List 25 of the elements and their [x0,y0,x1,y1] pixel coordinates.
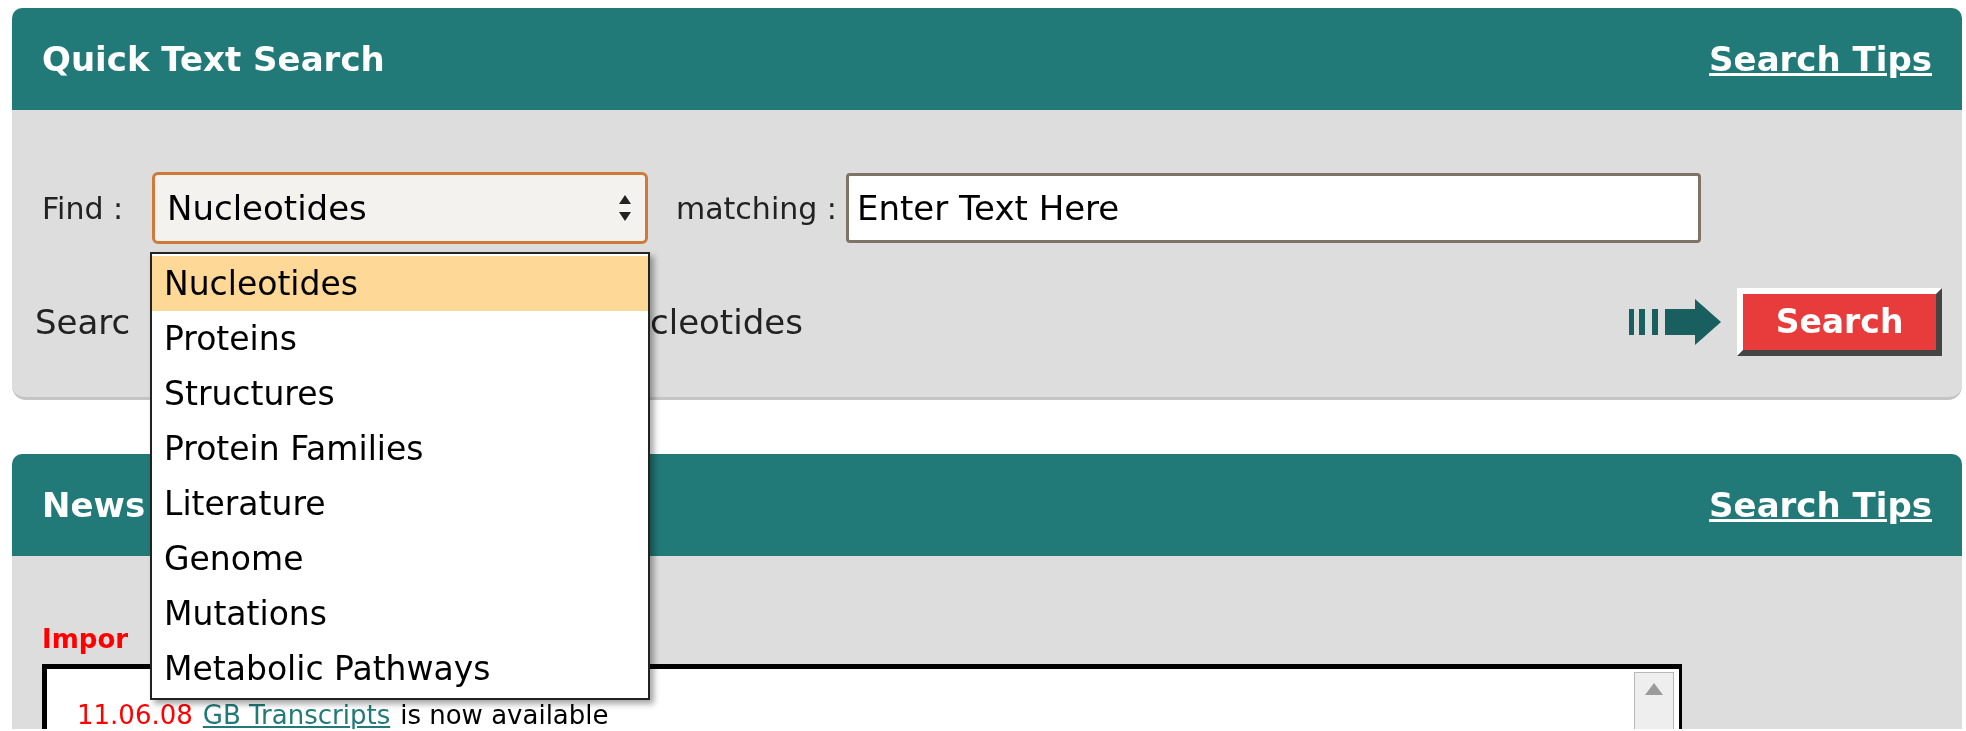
matching-label: matching : [676,189,838,228]
arrow-icon [1629,299,1721,345]
category-select[interactable]: Nucleotides [152,172,648,244]
dropdown-option[interactable]: Literature [152,476,648,531]
search-tips-link[interactable]: Search Tips [1709,479,1932,531]
news-date: 11.06.08 [77,702,193,728]
scrollbar[interactable] [1634,672,1674,729]
important-label: Impor [42,624,130,654]
find-label: Find : [42,189,125,228]
dropdown-option[interactable]: Structures [152,366,648,421]
search-input[interactable]: Enter Text Here [846,173,1701,243]
panel-title: Quick Text Search [42,37,385,81]
search-hint-text: cleotides [650,300,803,344]
news-link[interactable]: GB Transcripts [202,702,391,728]
dropdown-option[interactable]: Protein Families [152,421,648,476]
search-button[interactable]: Search [1737,288,1942,356]
dropdown-option[interactable]: Nucleotides [152,256,648,311]
dropdown-option[interactable]: Genome [152,531,648,586]
search-tips-link[interactable]: Search Tips [1709,33,1932,85]
dropdown-option[interactable]: Mutations [152,586,648,641]
dropdown-option[interactable]: Metabolic Pathways [152,641,648,696]
panel-title: News [42,483,146,527]
news-text: is now available [400,702,609,728]
search-hint-text: Searc [35,300,132,344]
dropdown-option[interactable]: Proteins [152,311,648,366]
